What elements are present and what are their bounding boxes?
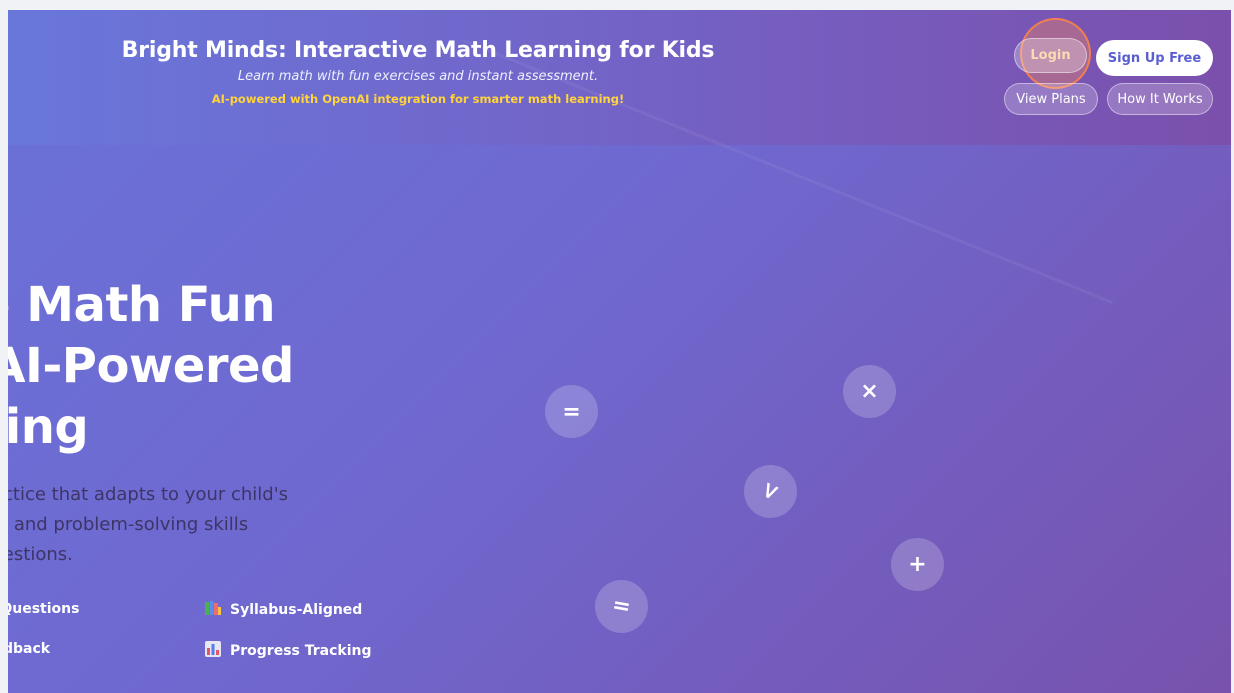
hero-title-line: th AI-Powered [8,338,294,394]
hero-desc-line: uild confidence and problem-solving skil… [8,514,249,535]
how-it-works-button[interactable]: How It Works [1107,83,1213,115]
site-header: Bright Minds: Interactive Math Learning … [8,10,1231,145]
feature-instant-feedback: ant Feedback [8,641,50,657]
less-than-bubble: < [735,456,806,527]
hero-title-line: ake Math Fun [8,277,276,333]
login-button[interactable]: Login [1014,38,1087,73]
chart-icon [205,641,221,660]
view-plans-button[interactable]: View Plans [1004,83,1098,115]
site-tagline: Learn math with fun exercises and instan… [237,69,599,84]
brand-block: Bright Minds: Interactive Math Learning … [8,38,828,106]
feature-ai-questions: owered Questions [8,601,79,617]
hero-description: ctive math practice that adapts to your … [8,480,441,570]
signup-button[interactable]: Sign Up Free [1096,40,1213,76]
feature-syllabus: Syllabus-Aligned [205,601,362,619]
feature-label: owered Questions [8,601,80,617]
books-icon [205,601,221,619]
site-title: Bright Minds: Interactive Math Learning … [121,38,715,63]
feature-label: Syllabus-Aligned [230,602,363,618]
equals-bubble-lower: = [590,575,653,638]
feature-label: Progress Tracking [230,642,372,659]
feature-label: ant Feedback [8,641,51,657]
equals-bubble-upper: = [545,385,598,438]
feature-progress: Progress Tracking [205,641,372,660]
hero-title-line: arning [8,399,89,455]
hero-desc-line: ctive math practice that adapts to your … [8,484,289,505]
page-viewport: Bright Minds: Interactive Math Learning … [8,10,1231,693]
hero-desc-line: ersonalized questions. [8,544,73,565]
plus-bubble: + [891,538,944,591]
multiply-bubble: × [843,365,896,418]
hero-title: ake Math Fun th AI-Powered arning [8,275,436,458]
ai-note: AI-powered with OpenAI integration for s… [211,92,625,106]
